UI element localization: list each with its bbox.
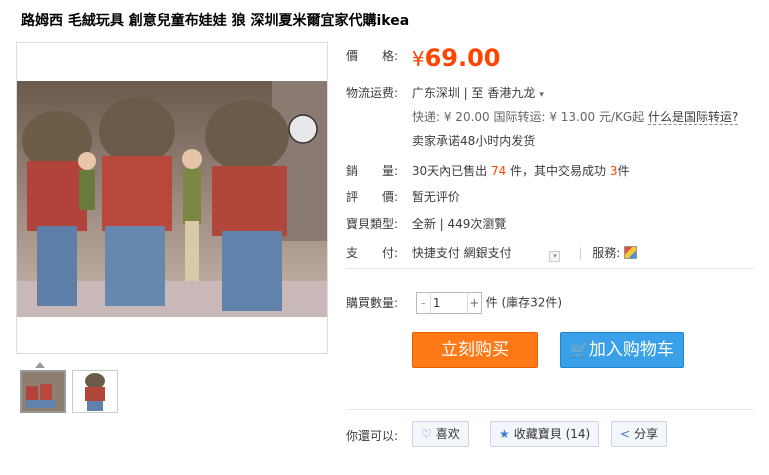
shipping-row: 物流运费: 广东深圳 | 至 香港九龙 ▾ bbox=[346, 84, 544, 101]
quantity-minus-button[interactable]: - bbox=[417, 293, 431, 313]
cart-icon: 🛒 bbox=[570, 341, 589, 359]
payment-label: 支 付: bbox=[346, 246, 399, 260]
ship-time-row: 卖家承诺48小时内发货 bbox=[412, 132, 535, 149]
actions-label: 你還可以: bbox=[346, 429, 399, 443]
quantity-label: 購買數量: bbox=[346, 295, 399, 310]
like-button[interactable]: ♡ 喜欢 bbox=[412, 421, 469, 447]
share-button[interactable]: < 分享 bbox=[611, 421, 668, 447]
product-photo bbox=[17, 81, 327, 317]
shipping-fee: 快递: ¥ 20.00 国际转运: ¥ 13.00 元/KG起 bbox=[412, 110, 645, 124]
share-icon: < bbox=[620, 427, 631, 441]
favorite-label: 收藏寶貝 (14) bbox=[513, 427, 591, 441]
shipping-route[interactable]: 广东深圳 | 至 香港九龙 bbox=[412, 86, 536, 100]
review-value: 暂无评价 bbox=[411, 190, 460, 204]
item-type-value: 全新 | 449次瀏覽 bbox=[411, 217, 507, 231]
quantity-input[interactable]: 1 bbox=[433, 293, 463, 313]
price-label: 價 格: bbox=[346, 49, 399, 63]
thumbnail-2[interactable] bbox=[72, 370, 118, 413]
review-label: 評 價: bbox=[346, 190, 399, 204]
sales-label: 銷 量: bbox=[346, 164, 399, 178]
divider bbox=[346, 268, 754, 269]
payment-row: 支 付: 快捷支付 網銀支付 ▾ | 服務: bbox=[346, 244, 638, 262]
thumbnail-pointer bbox=[35, 362, 45, 368]
ship-time-text: 卖家承诺48小时内发货 bbox=[412, 134, 536, 148]
service-label: 服務: bbox=[592, 246, 621, 260]
sales-mid: 件，其中交易成功 bbox=[510, 164, 607, 178]
item-type-row: 寶貝類型: 全新 | 449次瀏覽 bbox=[346, 215, 506, 232]
favorite-button[interactable]: ★ 收藏寶貝 (14) bbox=[490, 421, 600, 447]
add-to-cart-button[interactable]: 🛒加入购物车 bbox=[560, 332, 684, 368]
product-title: 路姆西 毛絨玩具 創意兒童布娃娃 狼 深圳夏米爾宜家代購ikea bbox=[21, 13, 410, 29]
item-type-label: 寶貝類型: bbox=[346, 217, 399, 231]
like-label: 喜欢 bbox=[435, 427, 460, 441]
review-row: 評 價: 暂无评价 bbox=[346, 188, 460, 205]
payment-separator: | bbox=[578, 246, 583, 260]
service-badge-icon[interactable] bbox=[624, 246, 638, 259]
quantity-row: 購買數量: - 1 + 件 (庫存32件) bbox=[346, 292, 562, 314]
quantity-stepper[interactable]: - 1 + bbox=[415, 292, 482, 314]
heart-icon: ♡ bbox=[421, 427, 432, 441]
currency-symbol: ¥ bbox=[411, 47, 425, 71]
price-value: 69.00 bbox=[424, 44, 501, 72]
divider bbox=[346, 409, 754, 410]
thumbnail-1[interactable] bbox=[20, 370, 66, 413]
payment-dropdown-icon[interactable]: ▾ bbox=[549, 251, 561, 262]
price-row: 價 格: ¥69.00 bbox=[346, 44, 500, 72]
intl-transit-link[interactable]: 什么是国际转运? bbox=[648, 110, 739, 125]
quantity-plus-button[interactable]: + bbox=[466, 293, 481, 313]
stock-text: 件 (庫存32件) bbox=[485, 295, 563, 310]
add-to-cart-label: 加入购物车 bbox=[588, 340, 674, 360]
sales-row: 銷 量: 30天內已售出 74 件，其中交易成功 3件 bbox=[346, 162, 630, 179]
sales-suffix: 件 bbox=[617, 164, 630, 178]
shipping-fee-row: 快递: ¥ 20.00 国际转运: ¥ 13.00 元/KG起 什么是国际转运? bbox=[412, 108, 739, 125]
payment-methods: 快捷支付 網銀支付 bbox=[411, 246, 512, 260]
sales-success-count: 3 bbox=[609, 164, 618, 178]
main-product-image[interactable] bbox=[16, 42, 328, 354]
shipping-label: 物流运费: bbox=[346, 86, 399, 100]
chevron-down-icon[interactable]: ▾ bbox=[539, 90, 544, 100]
buy-now-button[interactable]: 立刻购买 bbox=[412, 332, 538, 368]
sales-sold-count: 74 bbox=[490, 164, 507, 178]
star-icon: ★ bbox=[499, 427, 510, 441]
sales-prefix: 30天內已售出 bbox=[411, 164, 488, 178]
share-label: 分享 bbox=[634, 427, 659, 441]
